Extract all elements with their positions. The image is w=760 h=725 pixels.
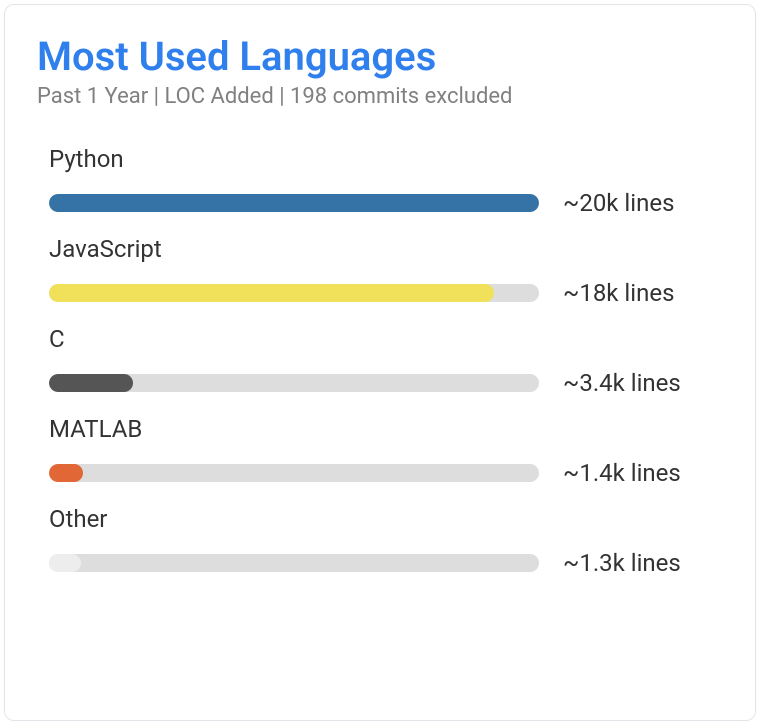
language-value: ~20k lines bbox=[563, 189, 674, 217]
language-row: ~1.3k lines bbox=[49, 549, 723, 577]
bar-track bbox=[49, 374, 539, 392]
card-subtitle: Past 1 Year | LOC Added | 198 commits ex… bbox=[37, 84, 723, 109]
bar-track bbox=[49, 464, 539, 482]
language-name: Other bbox=[49, 505, 723, 533]
language-value: ~18k lines bbox=[563, 279, 674, 307]
bar-track bbox=[49, 194, 539, 212]
language-name: MATLAB bbox=[49, 415, 723, 443]
bar-track bbox=[49, 554, 539, 572]
language-value: ~1.4k lines bbox=[563, 459, 681, 487]
languages-card: Most Used Languages Past 1 Year | LOC Ad… bbox=[4, 4, 756, 721]
bar-fill bbox=[49, 194, 539, 212]
language-row: ~3.4k lines bbox=[49, 369, 723, 397]
language-item: Python ~20k lines bbox=[49, 145, 723, 217]
language-list: Python ~20k lines JavaScript ~18k lines C ~3.… bbox=[37, 145, 723, 577]
language-row: ~18k lines bbox=[49, 279, 723, 307]
language-name: Python bbox=[49, 145, 723, 173]
language-row: ~20k lines bbox=[49, 189, 723, 217]
language-value: ~3.4k lines bbox=[563, 369, 681, 397]
language-item: JavaScript ~18k lines bbox=[49, 235, 723, 307]
language-value: ~1.3k lines bbox=[563, 549, 681, 577]
language-name: C bbox=[49, 325, 723, 353]
language-item: Other ~1.3k lines bbox=[49, 505, 723, 577]
bar-fill bbox=[49, 374, 133, 392]
bar-fill bbox=[49, 554, 81, 572]
card-title: Most Used Languages bbox=[37, 33, 723, 80]
language-row: ~1.4k lines bbox=[49, 459, 723, 487]
bar-fill bbox=[49, 464, 83, 482]
language-item: MATLAB ~1.4k lines bbox=[49, 415, 723, 487]
bar-track bbox=[49, 284, 539, 302]
language-item: C ~3.4k lines bbox=[49, 325, 723, 397]
bar-fill bbox=[49, 284, 494, 302]
language-name: JavaScript bbox=[49, 235, 723, 263]
